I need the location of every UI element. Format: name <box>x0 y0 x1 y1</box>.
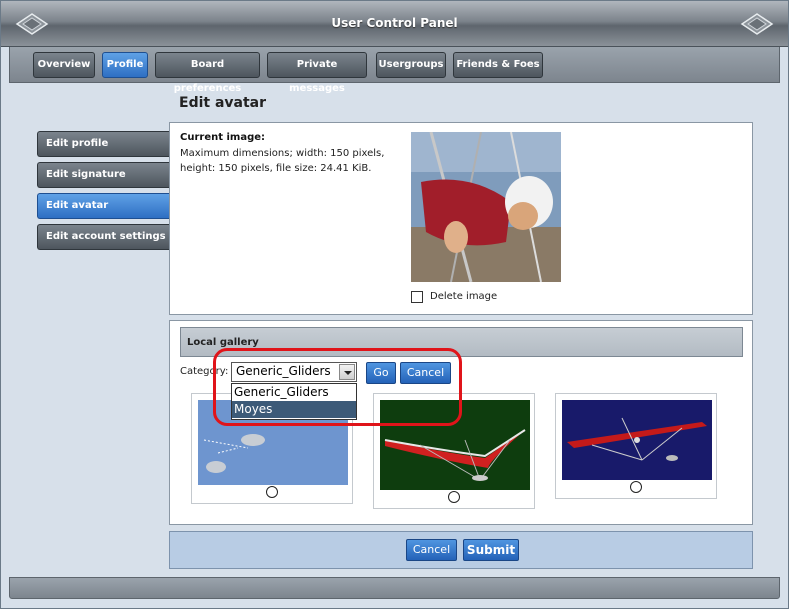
current-avatar-image <box>411 132 561 282</box>
dropdown-option-moyes[interactable]: Moyes <box>232 401 356 418</box>
gallery-radio-1[interactable] <box>266 486 278 498</box>
avatar-photo-icon <box>411 132 561 282</box>
sidebar-item-edit-profile[interactable]: Edit profile <box>37 131 170 157</box>
tab-profile[interactable]: Profile <box>102 52 148 78</box>
gallery-thumb-3 <box>562 400 712 480</box>
gallery-cancel-button[interactable]: Cancel <box>400 362 451 384</box>
tab-board-preferences[interactable]: Board preferences <box>155 52 260 94</box>
tab-friends-foes[interactable]: Friends & Foes <box>453 52 543 78</box>
sidebar-item-edit-signature[interactable]: Edit signature <box>37 162 170 188</box>
current-image-label: Current image: <box>180 132 266 143</box>
delete-image-checkbox[interactable] <box>411 291 423 303</box>
gallery-radio-2[interactable] <box>448 491 460 503</box>
sidebar-item-edit-avatar[interactable]: Edit avatar <box>37 193 170 219</box>
dropdown-option-generic-gliders[interactable]: Generic_Gliders <box>232 384 356 401</box>
page-title: Edit avatar <box>179 95 267 111</box>
tab-overview[interactable]: Overview <box>33 52 95 78</box>
delete-image-label: Delete image <box>430 291 498 302</box>
category-label: Category: <box>180 366 229 377</box>
ucp-window: User Control Panel Overview Profile Boar… <box>0 0 789 609</box>
gallery-item-3[interactable] <box>555 393 717 499</box>
form-footer-panel: Cancel Submit <box>169 531 753 569</box>
bottom-bar <box>9 577 780 599</box>
sidebar-item-edit-account-settings[interactable]: Edit account settings <box>37 224 170 250</box>
tab-usergroups[interactable]: Usergroups <box>376 52 446 78</box>
tab-bar: Overview Profile Board preferences Priva… <box>9 47 780 94</box>
gallery-item-2[interactable] <box>373 393 535 509</box>
submit-button[interactable]: Submit <box>463 539 519 561</box>
glider-image-icon <box>562 400 712 480</box>
cancel-button[interactable]: Cancel <box>406 539 457 561</box>
gallery-thumb-2 <box>380 400 530 490</box>
category-dropdown-list: Generic_Gliders Moyes <box>231 383 357 420</box>
category-select[interactable]: Generic_Gliders <box>231 362 357 382</box>
current-image-description: Maximum dimensions; width: 150 pixels, h… <box>180 148 385 174</box>
window-ornament-right-icon <box>740 13 774 35</box>
glider-image-icon <box>380 400 530 490</box>
current-image-panel: Current image: Maximum dimensions; width… <box>169 122 753 315</box>
window-title: User Control Panel <box>331 16 458 30</box>
gallery-radio-3[interactable] <box>630 481 642 493</box>
local-gallery-panel: Local gallery Category: Generic_Gliders … <box>169 320 753 525</box>
go-button[interactable]: Go <box>366 362 396 384</box>
chevron-down-icon[interactable] <box>339 364 355 380</box>
category-select-value: Generic_Gliders <box>236 364 331 378</box>
tab-private-messages[interactable]: Private messages <box>267 52 367 94</box>
gallery-header: Local gallery <box>180 327 743 357</box>
title-bar: User Control Panel <box>1 1 788 47</box>
